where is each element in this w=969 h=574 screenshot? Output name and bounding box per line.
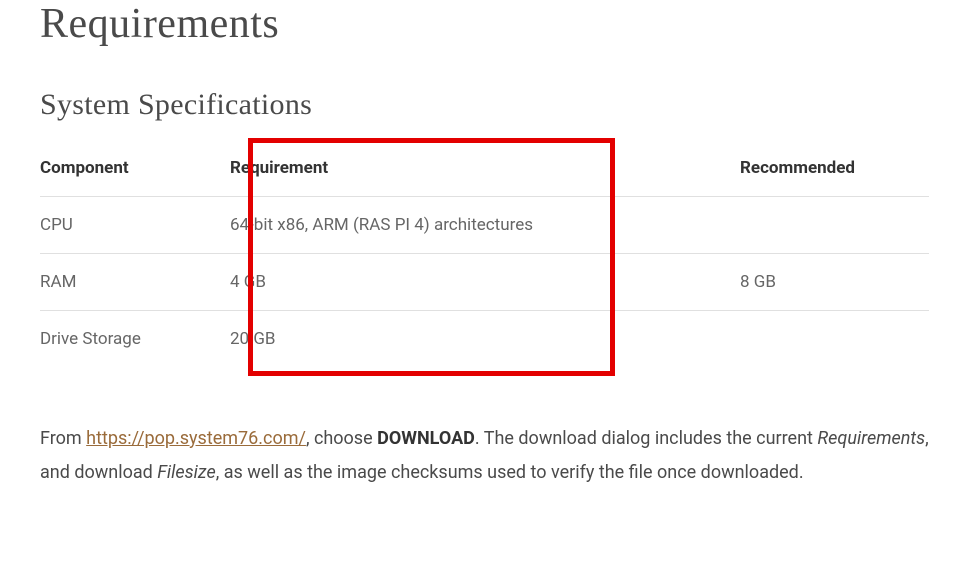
- table-row: CPU 64-bit x86, ARM (RAS PI 4) architect…: [40, 197, 929, 254]
- download-link[interactable]: https://pop.system76.com/: [86, 428, 306, 449]
- para-text: From: [40, 428, 86, 449]
- page-title: Requirements: [40, 0, 929, 48]
- table-row: RAM 4 GB 8 GB: [40, 254, 929, 311]
- description-paragraph: From https://pop.system76.com/, choose D…: [40, 422, 929, 490]
- para-em: Filesize: [157, 462, 215, 483]
- para-text: , choose: [306, 428, 377, 449]
- table-row: Drive Storage 20 GB: [40, 311, 929, 368]
- para-text: , as well as the image checksums used to…: [216, 462, 804, 483]
- para-text: . The download dialog includes the curre…: [475, 428, 818, 449]
- specs-table-wrapper: Component Requirement Recommended CPU 64…: [40, 140, 929, 367]
- cell-recommended: [740, 311, 929, 368]
- section-heading: System Specifications: [40, 88, 929, 122]
- cell-component: CPU: [40, 197, 230, 254]
- cell-recommended: 8 GB: [740, 254, 929, 311]
- cell-component: Drive Storage: [40, 311, 230, 368]
- cell-component: RAM: [40, 254, 230, 311]
- para-bold: DOWNLOAD: [377, 428, 475, 449]
- cell-requirement: 20 GB: [230, 311, 740, 368]
- th-recommended: Recommended: [740, 140, 929, 197]
- cell-requirement: 4 GB: [230, 254, 740, 311]
- th-requirement: Requirement: [230, 140, 740, 197]
- th-component: Component: [40, 140, 230, 197]
- para-em: Requirements: [817, 428, 925, 449]
- cell-recommended: [740, 197, 929, 254]
- cell-requirement: 64-bit x86, ARM (RAS PI 4) architectures: [230, 197, 740, 254]
- specs-table: Component Requirement Recommended CPU 64…: [40, 140, 929, 367]
